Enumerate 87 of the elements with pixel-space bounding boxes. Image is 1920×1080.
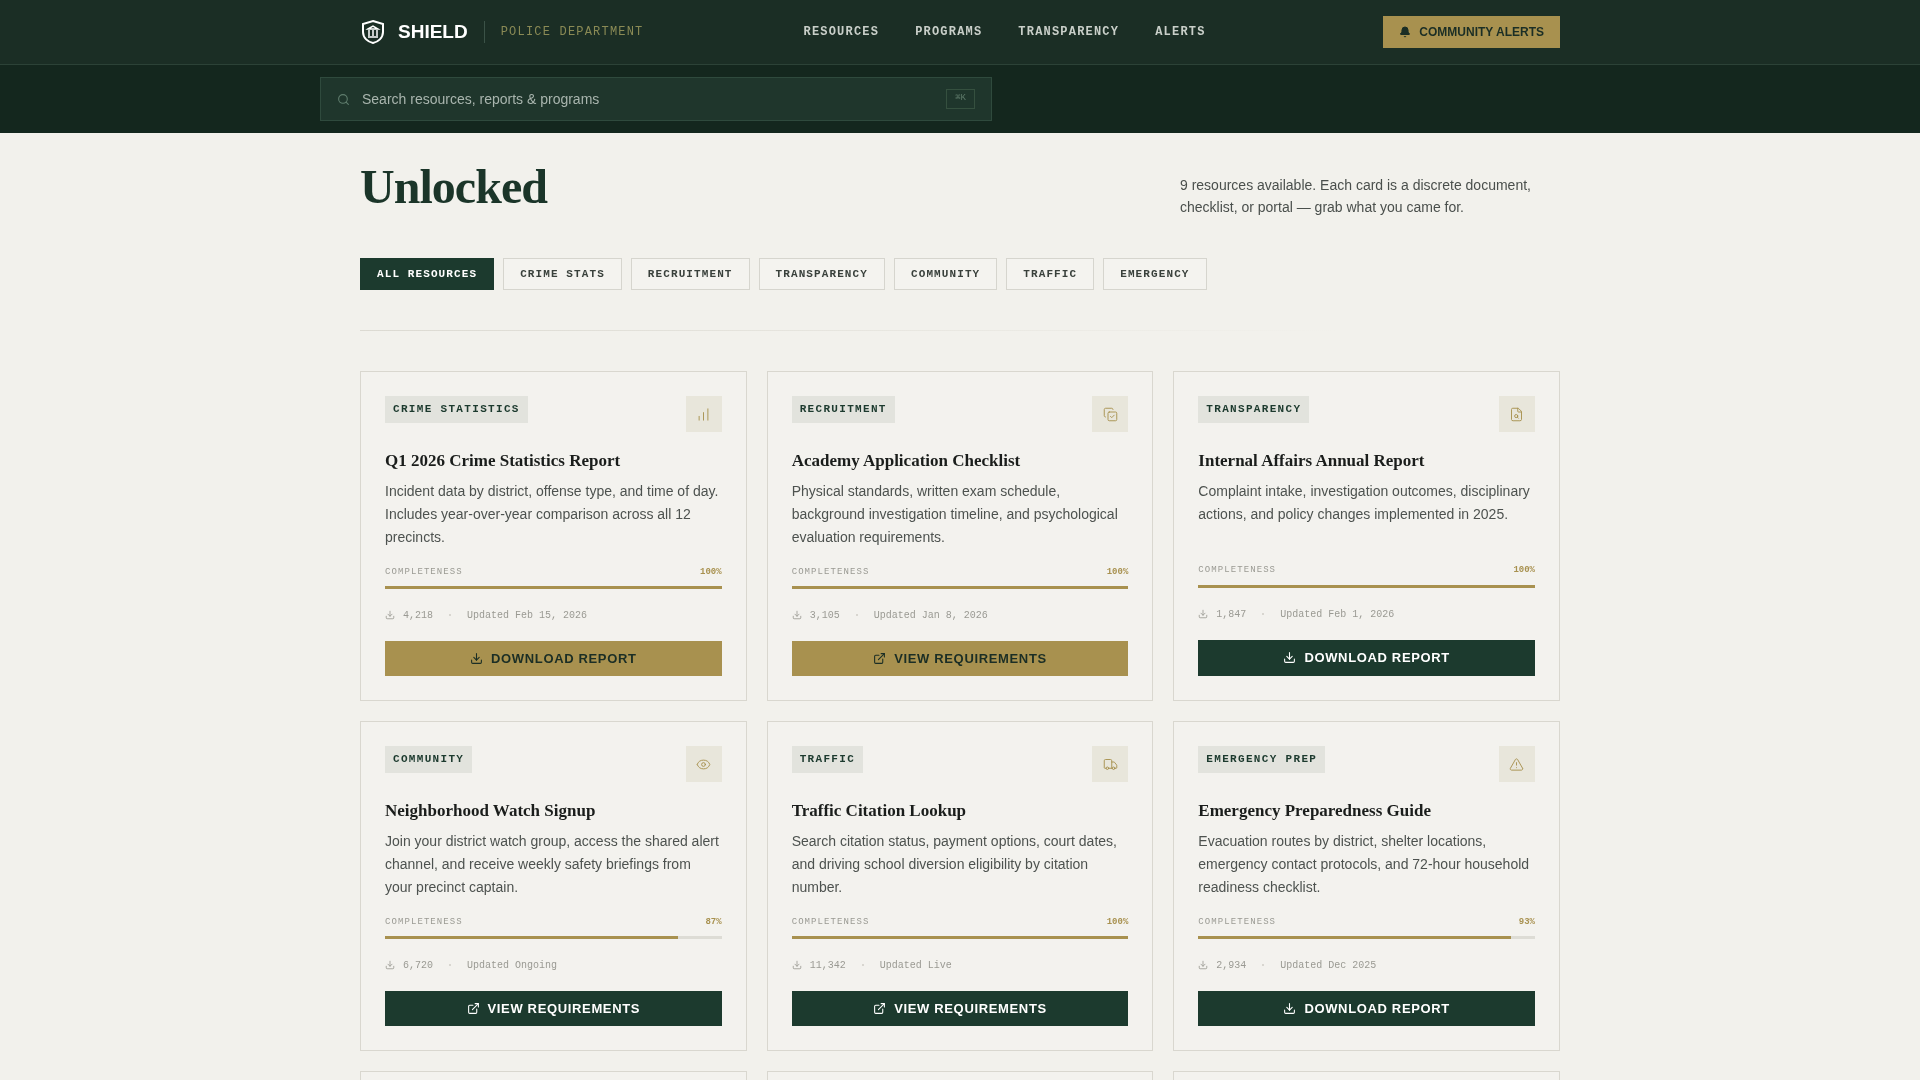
progress-reading: 100% bbox=[1106, 565, 1129, 579]
download-count-icon bbox=[1198, 609, 1209, 620]
filter-tab[interactable]: ALL RESOURCES bbox=[360, 258, 495, 290]
progress-reading: 100% bbox=[1106, 915, 1129, 929]
download-count-icon bbox=[791, 960, 802, 971]
progress-label: COMPLETENESS bbox=[791, 915, 870, 929]
resources-summary: 9 resources available. Each card is a discrete document, checklist, or portal — grab what you came for. bbox=[1180, 176, 1532, 217]
progress-label: COMPLETENESS bbox=[1198, 564, 1277, 578]
download-icon bbox=[1283, 1001, 1297, 1015]
progress-reading: 100% bbox=[1513, 564, 1535, 578]
card-description: Join your district watch group, access the shared alert channel, and receive weekly safety briefings from your precinct captain. bbox=[385, 831, 720, 897]
card-action-button[interactable]: DOWNLOAD REPORT bbox=[1198, 990, 1535, 1026]
card-description: Physical standards, written exam schedule, background investigation timeline, and psychological evaluation requirements. bbox=[791, 481, 1119, 547]
card-description: Complaint intake, investigation outcomes, disciplinary actions, and policy changes implemented in 2025. bbox=[1198, 481, 1531, 524]
progress-label: COMPLETENESS bbox=[385, 915, 463, 929]
page-title: Unlocked bbox=[360, 159, 547, 215]
search-icon bbox=[337, 92, 350, 106]
clipboard-check-icon bbox=[1092, 396, 1129, 432]
bell-icon bbox=[1399, 26, 1412, 38]
brand-subtitle: POLICE DEPARTMENT bbox=[500, 24, 644, 41]
file-search-icon bbox=[1499, 396, 1535, 432]
download-count-icon bbox=[385, 960, 395, 971]
filter-tab[interactable]: TRAFFIC bbox=[1006, 258, 1095, 290]
download-count: 4,218 bbox=[403, 608, 433, 623]
download-count-icon bbox=[385, 610, 395, 621]
card-title: Academy Application Checklist bbox=[791, 450, 1022, 472]
filter-tab[interactable]: RECRUITMENT bbox=[630, 258, 750, 290]
download-icon bbox=[470, 651, 484, 665]
card-title: Q1 2026 Crime Statistics Report bbox=[385, 450, 622, 472]
progress-reading: 100% bbox=[700, 565, 722, 579]
community-alerts-button[interactable]: COMMUNITY ALERTS bbox=[1383, 16, 1560, 48]
brand-name[interactable]: SHIELD bbox=[398, 17, 468, 47]
nav-link[interactable]: PROGRAMS bbox=[915, 23, 983, 41]
card-title: Neighborhood Watch Signup bbox=[385, 800, 597, 822]
nav-link[interactable]: ALERTS bbox=[1155, 23, 1206, 41]
filter-tab[interactable]: EMERGENCY bbox=[1103, 258, 1207, 290]
download-count: 3,105 bbox=[809, 608, 840, 623]
shield-logo-icon bbox=[360, 19, 386, 45]
progress-label: COMPLETENESS bbox=[791, 565, 870, 579]
filter-tab[interactable]: COMMUNITY bbox=[894, 258, 998, 290]
card-action-button[interactable]: VIEW REQUIREMENTS bbox=[791, 640, 1129, 676]
card-description: Incident data by district, offense type, and time of day. Includes year-over-year comparison across all 12 precincts. bbox=[385, 481, 720, 547]
card-title: Internal Affairs Annual Report bbox=[1198, 450, 1426, 472]
updated-date: Updated Dec 2025 bbox=[1280, 958, 1377, 973]
bar-chart-icon bbox=[685, 396, 722, 432]
external-link-icon bbox=[466, 1001, 480, 1015]
updated-date: Updated Live bbox=[879, 958, 952, 973]
category-tag: CRIME STATISTICS bbox=[385, 396, 528, 423]
shortcut-hint: ⌘K bbox=[946, 89, 975, 109]
download-icon bbox=[1283, 651, 1297, 665]
updated-date: Updated Ongoing bbox=[467, 958, 558, 973]
search-field[interactable]: Search resources, reports & programs bbox=[362, 88, 935, 110]
warning-icon bbox=[1499, 746, 1535, 782]
progress-label: COMPLETENESS bbox=[385, 565, 463, 579]
filter-tab[interactable]: CRIME STATS bbox=[503, 258, 622, 290]
card-action-button[interactable]: DOWNLOAD REPORT bbox=[385, 640, 722, 676]
external-link-icon bbox=[873, 651, 887, 665]
nav-link[interactable]: TRANSPARENCY bbox=[1018, 23, 1120, 41]
truck-icon bbox=[1092, 746, 1129, 782]
download-count: 11,342 bbox=[809, 958, 846, 973]
progress-reading: 93% bbox=[1518, 915, 1535, 929]
category-tag: COMMUNITY bbox=[385, 746, 473, 773]
progress-label: COMPLETENESS bbox=[1198, 915, 1277, 929]
filter-tab[interactable]: TRANSPARENCY bbox=[758, 258, 885, 290]
download-count-icon bbox=[1198, 960, 1209, 971]
progress-reading: 87% bbox=[705, 915, 722, 929]
updated-date: Updated Jan 8, 2026 bbox=[873, 608, 988, 623]
download-count: 1,847 bbox=[1216, 607, 1247, 622]
download-count-icon bbox=[791, 610, 802, 621]
category-tag: RECRUITMENT bbox=[791, 396, 895, 423]
card-title: Emergency Preparedness Guide bbox=[1198, 800, 1432, 822]
category-tag: TRANSPARENCY bbox=[1198, 396, 1310, 423]
category-tag: EMERGENCY PREP bbox=[1198, 746, 1326, 773]
nav-link[interactable]: RESOURCES bbox=[803, 23, 880, 41]
card-action-button[interactable]: VIEW REQUIREMENTS bbox=[385, 990, 722, 1026]
external-link-icon bbox=[873, 1001, 887, 1015]
download-count: 6,720 bbox=[403, 958, 433, 973]
updated-date: Updated Feb 1, 2026 bbox=[1280, 607, 1395, 622]
card-title: Traffic Citation Lookup bbox=[791, 800, 968, 822]
eye-icon bbox=[685, 746, 722, 782]
card-action-button[interactable]: VIEW REQUIREMENTS bbox=[791, 990, 1129, 1026]
card-description: Search citation status, payment options, court dates, and driving school diversion eligibility by citation number. bbox=[791, 831, 1118, 897]
download-count: 2,934 bbox=[1216, 958, 1247, 973]
updated-date: Updated Feb 15, 2026 bbox=[467, 608, 588, 623]
card-action-button[interactable]: DOWNLOAD REPORT bbox=[1198, 639, 1535, 676]
category-tag: TRAFFIC bbox=[791, 746, 864, 773]
card-description: Evacuation routes by district, shelter locations, emergency contact protocols, and 72-hour household readiness checklist. bbox=[1198, 831, 1531, 897]
